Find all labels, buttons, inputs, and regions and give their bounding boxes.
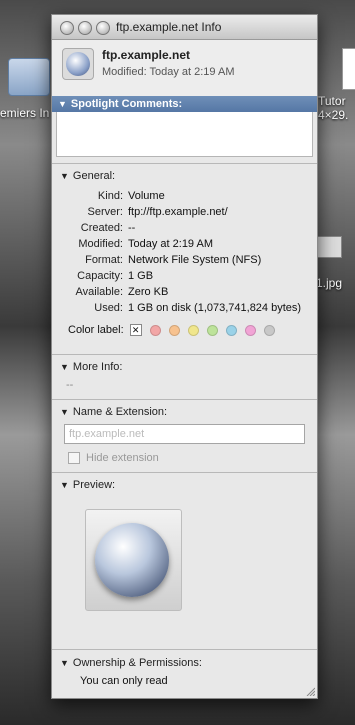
server-label: Server: (87, 206, 123, 218)
color-none-swatch[interactable]: ✕ (129, 324, 142, 336)
preview-area (85, 509, 182, 611)
capacity-value: 1 GB (128, 270, 154, 282)
section-label: Preview: (72, 479, 116, 491)
modified-label: Modified: (78, 238, 123, 250)
hide-extension-checkbox[interactable] (68, 452, 80, 464)
format-label: Format: (85, 254, 123, 266)
hide-extension-label: Hide extension (86, 452, 159, 464)
section-label: Name & Extension: (72, 406, 168, 418)
network-volume-icon (62, 48, 94, 80)
section-preview[interactable]: ▼ Preview: (52, 473, 317, 491)
created-value: -- (128, 222, 136, 234)
section-label: Spotlight Comments: (70, 98, 183, 110)
section-more-info[interactable]: ▼ More Info: (52, 355, 317, 373)
desktop-item-label-line2: 4×29. (318, 108, 349, 122)
spotlight-comments-field[interactable] (56, 112, 313, 157)
section-spotlight-comments[interactable]: ▼ Spotlight Comments: (52, 96, 317, 112)
info-header: ftp.example.net Modified: Today at 2:19 … (52, 40, 317, 96)
kind-label: Kind: (97, 190, 123, 202)
disclosure-triangle-icon[interactable]: ▼ (60, 362, 69, 372)
color-swatch-purple[interactable] (244, 324, 256, 336)
item-name: ftp.example.net (102, 48, 191, 62)
title-bar[interactable]: ftp.example.net Info (52, 15, 317, 40)
desktop-image-icon[interactable] (316, 236, 342, 258)
kind-value: Volume (128, 190, 165, 202)
zoom-button[interactable] (96, 21, 110, 35)
created-label: Created: (80, 222, 123, 234)
minimize-button[interactable] (78, 21, 92, 35)
desktop-item-label-right[interactable]: Tutor 4×29. (318, 94, 348, 122)
color-swatch-red[interactable] (149, 324, 161, 336)
color-label-row: Color label: ✕ (68, 324, 317, 336)
disclosure-triangle-icon[interactable]: ▼ (60, 407, 69, 417)
hide-extension-row[interactable]: Hide extension (68, 452, 317, 464)
section-label: Ownership & Permissions: (72, 657, 202, 669)
ownership-value: You can only read (80, 675, 168, 687)
color-swatch-blue[interactable] (225, 324, 237, 336)
format-value: Network File System (NFS) (128, 254, 262, 266)
color-swatch-gray[interactable] (263, 324, 275, 336)
section-label: More Info: (72, 361, 123, 373)
available-value: Zero KB (128, 286, 169, 298)
section-ownership[interactable]: ▼ Ownership & Permissions: (52, 651, 202, 669)
available-label: Available: (75, 286, 124, 298)
close-button[interactable] (60, 21, 74, 35)
color-swatch-orange[interactable] (168, 324, 180, 336)
disclosure-triangle-icon[interactable]: ▼ (58, 96, 67, 112)
desktop-item-label-line1: Tutor (318, 94, 346, 108)
disclosure-triangle-icon[interactable]: ▼ (60, 171, 69, 181)
used-value: 1 GB on disk (1,073,741,824 bytes) (128, 302, 302, 314)
server-value: ftp://ftp.example.net/ (128, 206, 228, 218)
resize-grip-icon[interactable] (305, 686, 315, 696)
desktop-item-label[interactable]: emiers In (0, 106, 49, 120)
more-info-value: -- (66, 379, 74, 391)
desktop-document-icon[interactable] (342, 48, 355, 90)
section-name-extension[interactable]: ▼ Name & Extension: (52, 400, 317, 418)
section-label: General: (72, 170, 116, 182)
capacity-label: Capacity: (77, 270, 123, 282)
disclosure-triangle-icon[interactable]: ▼ (60, 480, 69, 490)
color-swatch-yellow[interactable] (187, 324, 199, 336)
window-title: ftp.example.net Info (116, 20, 222, 34)
desktop-file-label[interactable]: 1.jpg (316, 276, 342, 290)
disclosure-triangle-icon[interactable]: ▼ (60, 658, 69, 668)
used-label: Used: (94, 302, 123, 314)
section-general[interactable]: ▼ General: (52, 164, 317, 182)
desktop-folder-icon[interactable] (8, 58, 50, 96)
item-modified: Modified: Today at 2:19 AM (102, 66, 235, 78)
general-info-grid: Kind: Volume Server: ftp://ftp.example.n… (52, 188, 317, 316)
network-globe-icon (95, 523, 169, 597)
modified-value: Today at 2:19 AM (128, 238, 213, 250)
color-swatch-green[interactable] (206, 324, 218, 336)
name-field[interactable]: ftp.example.net (64, 424, 305, 444)
color-label-label: Color label: (68, 324, 124, 336)
